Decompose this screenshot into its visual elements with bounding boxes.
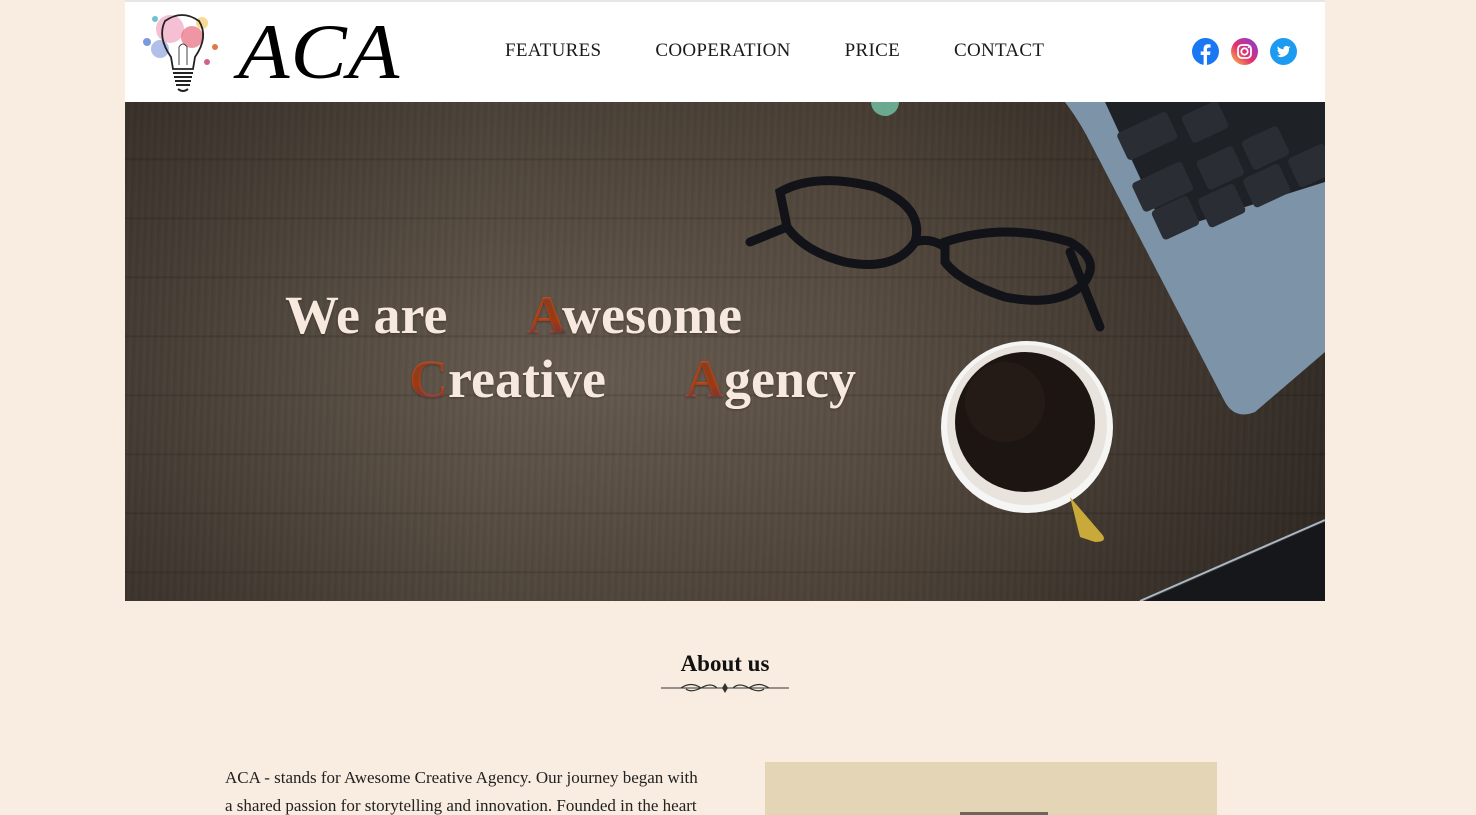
coffee-mug-graphic [941, 341, 1113, 542]
hero-word-awesome: Awesome [527, 285, 742, 345]
about-description: ACA - stands for Awesome Creative Agency… [225, 764, 725, 815]
page: ACA FEATURES COOPERATION PRICE CONTACT W… [125, 0, 1325, 815]
laptop-graphic [1065, 102, 1325, 601]
hero-banner: We are Awesome Creative Agency [125, 102, 1325, 601]
glasses-graphic [745, 176, 1105, 332]
logo[interactable]: ACA [135, 6, 399, 98]
logo-text: ACA [238, 8, 401, 95]
instagram-icon[interactable] [1231, 38, 1258, 65]
lightbulb-icon [143, 14, 218, 92]
hero-line1-we-are: We are [285, 285, 448, 345]
about-text-line: a shared passion for storytelling and in… [225, 796, 697, 815]
main-nav: FEATURES COOPERATION PRICE CONTACT [505, 40, 1044, 62]
twitter-icon[interactable] [1270, 38, 1297, 65]
nav-contact[interactable]: CONTACT [954, 40, 1044, 62]
nav-features[interactable]: FEATURES [505, 40, 601, 62]
nav-cooperation[interactable]: COOPERATION [655, 40, 790, 62]
hero-word-creative: Creative [409, 349, 606, 409]
hero-word-agency: Agency [685, 349, 856, 409]
nav-price[interactable]: PRICE [845, 40, 900, 62]
ornament-divider-icon [661, 683, 789, 693]
site-header: ACA FEATURES COOPERATION PRICE CONTACT [125, 0, 1325, 102]
about-image [765, 762, 1217, 815]
social-links [1192, 38, 1297, 65]
facebook-icon[interactable] [1192, 38, 1219, 65]
about-text-line: ACA - stands for Awesome Creative Agency… [225, 768, 698, 787]
about-title: About us [680, 651, 770, 676]
